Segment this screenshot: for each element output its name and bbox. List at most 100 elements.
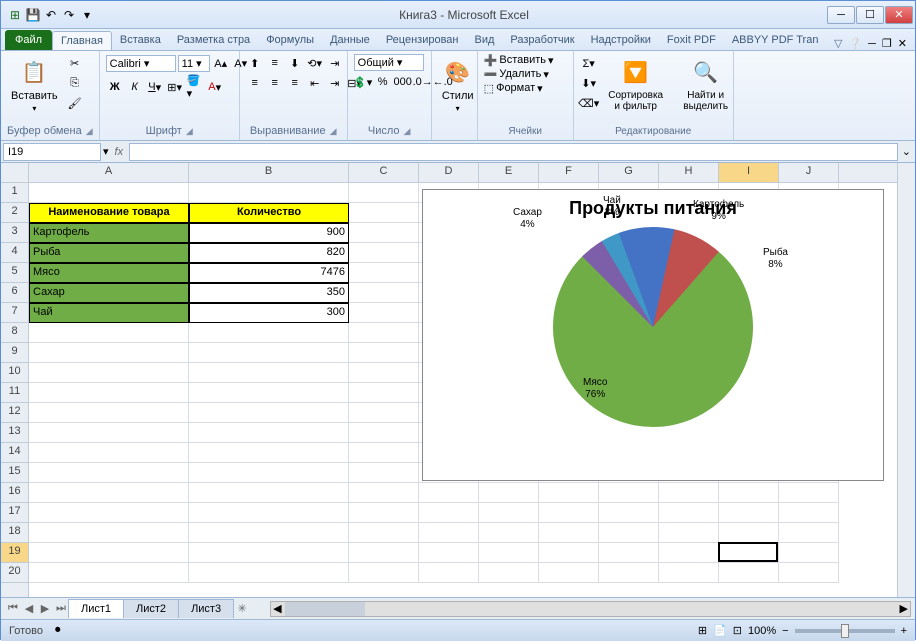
ribbon-tab-10[interactable]: ABBYY PDF Tran [724, 31, 827, 50]
cell-A18[interactable] [29, 523, 189, 543]
grow-font-icon[interactable]: A▴ [212, 54, 230, 72]
cell-E16[interactable] [479, 483, 539, 503]
cell-A1[interactable] [29, 183, 189, 203]
cell-B9[interactable] [189, 343, 349, 363]
cell-I18[interactable] [719, 523, 779, 543]
col-header-B[interactable]: B [189, 163, 349, 182]
ribbon-tab-9[interactable]: Foxit PDF [659, 31, 724, 50]
align-top-icon[interactable]: ⬆ [246, 54, 264, 72]
formula-expand-icon[interactable]: ⌄ [898, 145, 915, 158]
cell-J17[interactable] [779, 503, 839, 523]
cell-B8[interactable] [189, 323, 349, 343]
cell-B5[interactable]: 7476 [189, 263, 349, 283]
cut-icon[interactable]: ✂ [66, 54, 84, 72]
cell-G16[interactable] [599, 483, 659, 503]
cell-C1[interactable] [349, 183, 419, 203]
new-sheet-icon[interactable]: ✳ [234, 601, 250, 617]
cell-A11[interactable] [29, 383, 189, 403]
ribbon-tab-5[interactable]: Рецензирован [378, 31, 467, 50]
paste-button[interactable]: 📋 Вставить ▾ [7, 54, 62, 115]
fill-color-button[interactable]: 🪣▾ [186, 78, 204, 96]
file-tab[interactable]: Файл [5, 30, 52, 50]
cell-C20[interactable] [349, 563, 419, 583]
view-normal-icon[interactable]: ⊞ [698, 624, 707, 637]
border-button[interactable]: ⊞▾ [166, 78, 184, 96]
tab-nav-prev-icon[interactable]: ◀ [21, 601, 37, 617]
cell-F19[interactable] [539, 543, 599, 563]
col-header-D[interactable]: D [419, 163, 479, 182]
row-header-15[interactable]: 15 [1, 463, 28, 483]
row-header-5[interactable]: 5 [1, 263, 28, 283]
comma-icon[interactable]: 000 [394, 73, 412, 91]
sheet-tab-0[interactable]: Лист1 [68, 599, 124, 618]
cell-H17[interactable] [659, 503, 719, 523]
row-header-1[interactable]: 1 [1, 183, 28, 203]
select-all-corner[interactable] [1, 163, 29, 183]
cell-A4[interactable]: Рыба [29, 243, 189, 263]
cell-G17[interactable] [599, 503, 659, 523]
cell-E18[interactable] [479, 523, 539, 543]
cell-C12[interactable] [349, 403, 419, 423]
cell-B14[interactable] [189, 443, 349, 463]
cell-A6[interactable]: Сахар [29, 283, 189, 303]
cell-C3[interactable] [349, 223, 419, 243]
row-header-3[interactable]: 3 [1, 223, 28, 243]
col-header-E[interactable]: E [479, 163, 539, 182]
align-bottom-icon[interactable]: ⬇ [286, 54, 304, 72]
clipboard-launcher-icon[interactable]: ◢ [82, 126, 93, 136]
ribbon-tab-3[interactable]: Формулы [258, 31, 322, 50]
cell-grid[interactable]: Наименование товараКоличествоКартофель90… [29, 183, 897, 597]
name-box[interactable] [3, 143, 101, 161]
row-header-12[interactable]: 12 [1, 403, 28, 423]
cell-J19[interactable] [779, 543, 839, 563]
cell-A17[interactable] [29, 503, 189, 523]
zoom-slider[interactable] [795, 629, 895, 633]
cell-A16[interactable] [29, 483, 189, 503]
cell-A9[interactable] [29, 343, 189, 363]
sheet-tab-1[interactable]: Лист2 [123, 599, 179, 618]
cell-A20[interactable] [29, 563, 189, 583]
cell-B11[interactable] [189, 383, 349, 403]
row-header-14[interactable]: 14 [1, 443, 28, 463]
cell-J20[interactable] [779, 563, 839, 583]
macro-record-icon[interactable]: ⏺ [55, 624, 61, 637]
cell-C18[interactable] [349, 523, 419, 543]
cell-C8[interactable] [349, 323, 419, 343]
cell-G20[interactable] [599, 563, 659, 583]
cell-A3[interactable]: Картофель [29, 223, 189, 243]
wrap-text-icon[interactable]: ⇥ [326, 54, 344, 72]
cell-B12[interactable] [189, 403, 349, 423]
col-header-H[interactable]: H [659, 163, 719, 182]
cell-F17[interactable] [539, 503, 599, 523]
zoom-level[interactable]: 100% [748, 625, 776, 637]
col-header-J[interactable]: J [779, 163, 839, 182]
cell-A10[interactable] [29, 363, 189, 383]
cell-I19[interactable] [719, 543, 779, 563]
cell-E20[interactable] [479, 563, 539, 583]
cell-J16[interactable] [779, 483, 839, 503]
cell-D19[interactable] [419, 543, 479, 563]
cell-C15[interactable] [349, 463, 419, 483]
currency-icon[interactable]: 💲▾ [354, 73, 372, 91]
formula-input[interactable] [129, 143, 898, 161]
maximize-button[interactable]: ☐ [856, 6, 884, 24]
cell-A7[interactable]: Чай [29, 303, 189, 323]
cell-H18[interactable] [659, 523, 719, 543]
cell-C2[interactable] [349, 203, 419, 223]
ribbon-tab-2[interactable]: Разметка стра [169, 31, 258, 50]
cell-I16[interactable] [719, 483, 779, 503]
fill-icon[interactable]: ⬇▾ [580, 74, 598, 92]
tab-nav-first-icon[interactable]: ⏮ [5, 601, 21, 617]
cell-C4[interactable] [349, 243, 419, 263]
cell-H20[interactable] [659, 563, 719, 583]
redo-icon[interactable]: ↷ [61, 7, 77, 23]
cell-B1[interactable] [189, 183, 349, 203]
autosum-icon[interactable]: Σ▾ [580, 54, 598, 72]
align-right-icon[interactable]: ≡ [286, 74, 304, 92]
sheet-tab-2[interactable]: Лист3 [178, 599, 234, 618]
cell-B3[interactable]: 900 [189, 223, 349, 243]
styles-button[interactable]: 🎨 Стили ▾ [438, 54, 478, 115]
font-name-select[interactable]: Calibri ▾ [106, 55, 176, 72]
row-header-20[interactable]: 20 [1, 563, 28, 583]
cell-H16[interactable] [659, 483, 719, 503]
